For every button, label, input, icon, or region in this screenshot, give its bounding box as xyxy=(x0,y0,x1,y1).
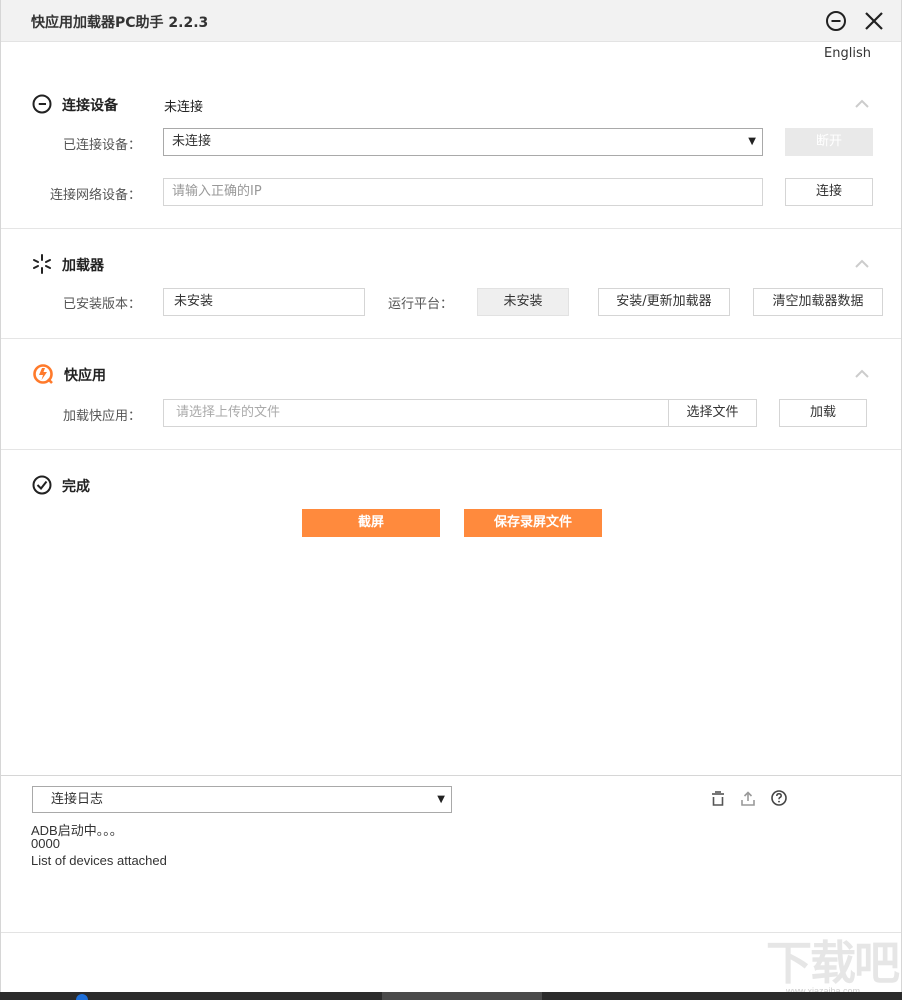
chevron-up-icon[interactable] xyxy=(853,256,871,270)
platform-label: 运行平台： xyxy=(387,297,453,312)
watermark-logo: 下载吧 www.xiazaiba.com xyxy=(766,938,902,998)
taskbar-app-icon[interactable] xyxy=(76,994,88,1000)
quickapp-section-title: 快应用 xyxy=(64,368,106,384)
chevron-up-icon[interactable] xyxy=(853,96,871,110)
chevron-up-icon[interactable] xyxy=(853,366,871,380)
connect-section-title: 连接设备 xyxy=(62,98,118,114)
ip-input[interactable]: 请输入正确的IP xyxy=(163,178,763,206)
connect-section: 连接设备 未连接 已连接设备： 未连接 ▼ 断开 连接网络设备： 请输入正确的I… xyxy=(1,80,901,229)
ip-placeholder: 请输入正确的IP xyxy=(172,184,262,199)
installed-version-field: 未安装 xyxy=(163,288,365,316)
help-circle-icon[interactable] xyxy=(770,789,788,807)
log-line: List of devices attached xyxy=(31,853,167,868)
network-device-label: 连接网络设备： xyxy=(49,188,141,203)
clear-loader-data-button[interactable]: 清空加载器数据 xyxy=(753,288,883,316)
spinner-icon xyxy=(31,253,53,275)
file-path-placeholder: 请选择上传的文件 xyxy=(176,405,281,420)
connection-status: 未连接 xyxy=(164,100,204,115)
connected-device-select[interactable]: 未连接 ▼ xyxy=(163,128,763,156)
screenshot-button[interactable]: 截屏 xyxy=(302,509,440,537)
connected-device-label: 已连接设备： xyxy=(62,138,141,153)
trash-icon[interactable] xyxy=(709,790,727,808)
install-loader-button[interactable]: 安装/更新加载器 xyxy=(598,288,730,316)
check-circle-icon xyxy=(31,474,53,496)
close-icon[interactable] xyxy=(862,9,886,33)
load-quickapp-label: 加载快应用： xyxy=(62,409,141,424)
disconnect-button[interactable]: 断开 xyxy=(785,128,873,156)
loader-section-title: 加载器 xyxy=(62,258,104,274)
installed-version-label: 已安装版本： xyxy=(62,297,141,312)
app-window: 快应用加载器PC助手 2.2.3 English 连接设备 未连接 已连接设备：… xyxy=(0,0,902,992)
log-type-select[interactable]: 连接日志 ▼ xyxy=(32,786,452,813)
dropdown-arrow-icon: ▼ xyxy=(748,136,756,147)
os-taskbar xyxy=(0,992,902,1000)
minimize-icon[interactable] xyxy=(824,9,848,33)
connected-device-value: 未连接 xyxy=(172,134,212,149)
watermark-text: 下载吧 xyxy=(766,936,900,990)
log-type-value: 连接日志 xyxy=(51,792,104,807)
loader-section: 加载器 已安装版本： 未安装 运行平台： 未安装 安装/更新加载器 清空加载器数… xyxy=(1,229,901,339)
title-bar: 快应用加载器PC助手 2.2.3 xyxy=(1,0,901,42)
taskbar-active-window[interactable] xyxy=(382,992,542,1000)
connect-button[interactable]: 连接 xyxy=(785,178,873,206)
quickapp-logo-icon xyxy=(32,363,54,385)
log-line: 0000 xyxy=(31,836,60,851)
done-section-title: 完成 xyxy=(62,479,90,495)
upload-icon[interactable] xyxy=(739,790,757,808)
choose-file-button[interactable]: 选择文件 xyxy=(668,399,757,427)
file-path-input[interactable]: 请选择上传的文件 xyxy=(163,399,669,427)
language-toggle[interactable]: English xyxy=(824,46,871,61)
load-button[interactable]: 加载 xyxy=(779,399,867,427)
log-panel: 连接日志 ▼ ADB启动中。。。 0000 List of devices at… xyxy=(1,775,901,933)
platform-field: 未安装 xyxy=(477,288,569,316)
minus-circle-icon xyxy=(31,93,53,115)
dropdown-arrow-icon: ▼ xyxy=(437,794,445,805)
save-recording-button[interactable]: 保存录屏文件 xyxy=(464,509,602,537)
window-title: 快应用加载器PC助手 2.2.3 xyxy=(31,15,209,31)
quickapp-section: 快应用 加载快应用： 请选择上传的文件 选择文件 加载 xyxy=(1,339,901,450)
